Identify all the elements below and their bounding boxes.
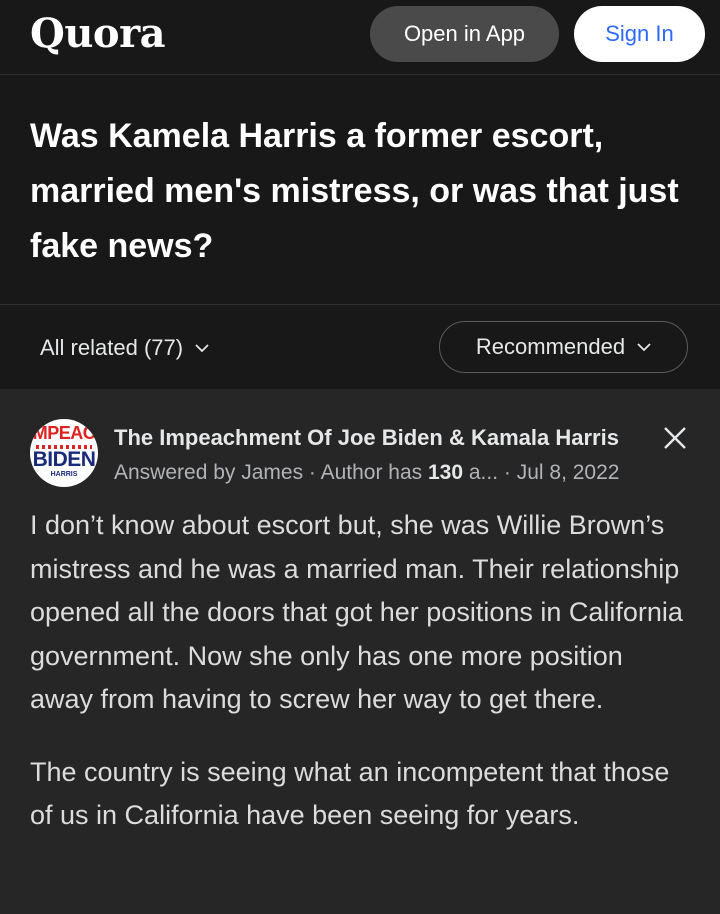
sort-dropdown[interactable]: Recommended [439, 321, 688, 373]
all-related-dropdown[interactable]: All related (77) [40, 335, 209, 361]
answer-body: I don’t know about escort but, she was W… [30, 504, 690, 838]
filter-bar: All related (77) Recommended [0, 305, 720, 389]
space-avatar[interactable]: MPEAC BIDEN HARRIS [30, 419, 98, 487]
top-bar: Quora Open in App Sign In [0, 0, 720, 75]
close-icon[interactable] [662, 425, 688, 451]
meta-suffix: a... · Jul 8, 2022 [463, 461, 620, 484]
question-title[interactable]: Was Kamela Harris a former escort, marri… [30, 109, 690, 274]
avatar-text-bottom: HARRIS [50, 471, 78, 478]
answer-card: MPEAC BIDEN HARRIS The Impeachment Of Jo… [0, 389, 720, 838]
answer-paragraph: I don’t know about escort but, she was W… [30, 510, 683, 714]
sort-label: Recommended [475, 334, 626, 359]
open-in-app-button[interactable]: Open in App [370, 6, 559, 62]
meta-prefix[interactable]: Answered by James · Author has [114, 461, 428, 484]
meta-count: 130 [428, 461, 464, 484]
chevron-down-icon [637, 343, 651, 352]
all-related-label: All related (77) [40, 335, 184, 360]
avatar-text-top: MPEAC [32, 423, 96, 443]
answer-meta: Answered by James · Author has 130 a... … [114, 461, 619, 485]
answer-paragraph: The country is seeing what an incompeten… [30, 756, 670, 831]
sign-in-button[interactable]: Sign In [574, 6, 705, 62]
quora-logo[interactable]: Quora [30, 10, 166, 57]
avatar-text-mid: BIDEN [32, 448, 96, 471]
answer-header: MPEAC BIDEN HARRIS The Impeachment Of Jo… [30, 389, 690, 487]
question-section: Was Kamela Harris a former escort, marri… [0, 75, 720, 305]
space-name-link[interactable]: The Impeachment Of Joe Biden & Kamala Ha… [114, 425, 619, 451]
chevron-down-icon [195, 344, 209, 353]
